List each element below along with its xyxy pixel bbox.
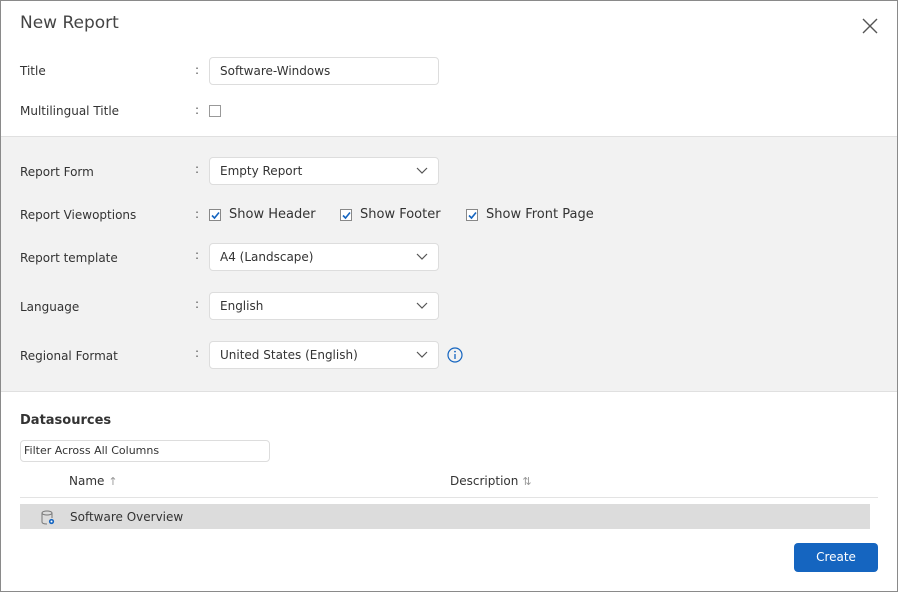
- report-template-value: A4 (Landscape): [220, 250, 314, 264]
- show-front-page-checkbox[interactable]: [466, 209, 478, 221]
- regional-format-label: Regional Format: [20, 349, 118, 363]
- report-viewoptions-label: Report Viewoptions: [20, 208, 136, 222]
- chevron-down-icon: [416, 351, 428, 359]
- checkmark-icon: [468, 211, 477, 220]
- colon: :: [195, 63, 199, 77]
- show-front-page-label: Show Front Page: [486, 207, 594, 222]
- sort-icon: ⇅: [522, 475, 531, 488]
- colon: :: [195, 297, 199, 311]
- dialog-title: New Report: [20, 13, 119, 33]
- column-header-name[interactable]: Name ↑: [69, 474, 118, 488]
- datasources-title: Datasources: [20, 413, 111, 428]
- regional-format-info-button[interactable]: [447, 347, 463, 363]
- multilingual-title-checkbox[interactable]: [209, 105, 221, 117]
- chevron-down-icon: [416, 167, 428, 175]
- column-name-label: Name: [69, 474, 104, 488]
- table-header-divider: [20, 497, 878, 498]
- sort-ascending-icon: ↑: [108, 475, 117, 488]
- report-template-select[interactable]: A4 (Landscape): [209, 243, 439, 271]
- report-template-label: Report template: [20, 251, 118, 265]
- show-header-label: Show Header: [229, 207, 316, 222]
- checkmark-icon: [211, 211, 220, 220]
- title-label: Title: [20, 64, 46, 78]
- column-description-label: Description: [450, 474, 518, 488]
- checkmark-icon: [342, 211, 351, 220]
- show-header-checkbox[interactable]: [209, 209, 221, 221]
- regional-format-select[interactable]: United States (English): [209, 341, 439, 369]
- close-icon: [861, 17, 879, 35]
- colon: :: [195, 207, 199, 221]
- language-label: Language: [20, 300, 79, 314]
- language-value: English: [220, 299, 263, 313]
- colon: :: [195, 162, 199, 176]
- colon: :: [195, 346, 199, 360]
- table-row[interactable]: Software Overview: [20, 504, 870, 529]
- chevron-down-icon: [416, 253, 428, 261]
- close-button[interactable]: [861, 17, 879, 35]
- database-icon: [41, 510, 55, 525]
- new-report-dialog: New Report Title : Multilingual Title : …: [0, 0, 898, 592]
- chevron-down-icon: [416, 302, 428, 310]
- multilingual-title-label: Multilingual Title: [20, 104, 119, 118]
- title-input[interactable]: [209, 57, 439, 85]
- report-form-select[interactable]: Empty Report: [209, 157, 439, 185]
- report-form-label: Report Form: [20, 165, 94, 179]
- language-select[interactable]: English: [209, 292, 439, 320]
- info-icon: [447, 347, 463, 363]
- report-form-value: Empty Report: [220, 164, 302, 178]
- filter-input[interactable]: Filter Across All Columns: [20, 440, 270, 462]
- colon: :: [195, 248, 199, 262]
- create-button[interactable]: Create: [794, 543, 878, 572]
- show-footer-checkbox[interactable]: [340, 209, 352, 221]
- datasource-name: Software Overview: [70, 510, 183, 524]
- column-header-description[interactable]: Description ⇅: [450, 474, 532, 488]
- show-footer-label: Show Footer: [360, 207, 441, 222]
- regional-format-value: United States (English): [220, 348, 358, 362]
- colon: :: [195, 103, 199, 117]
